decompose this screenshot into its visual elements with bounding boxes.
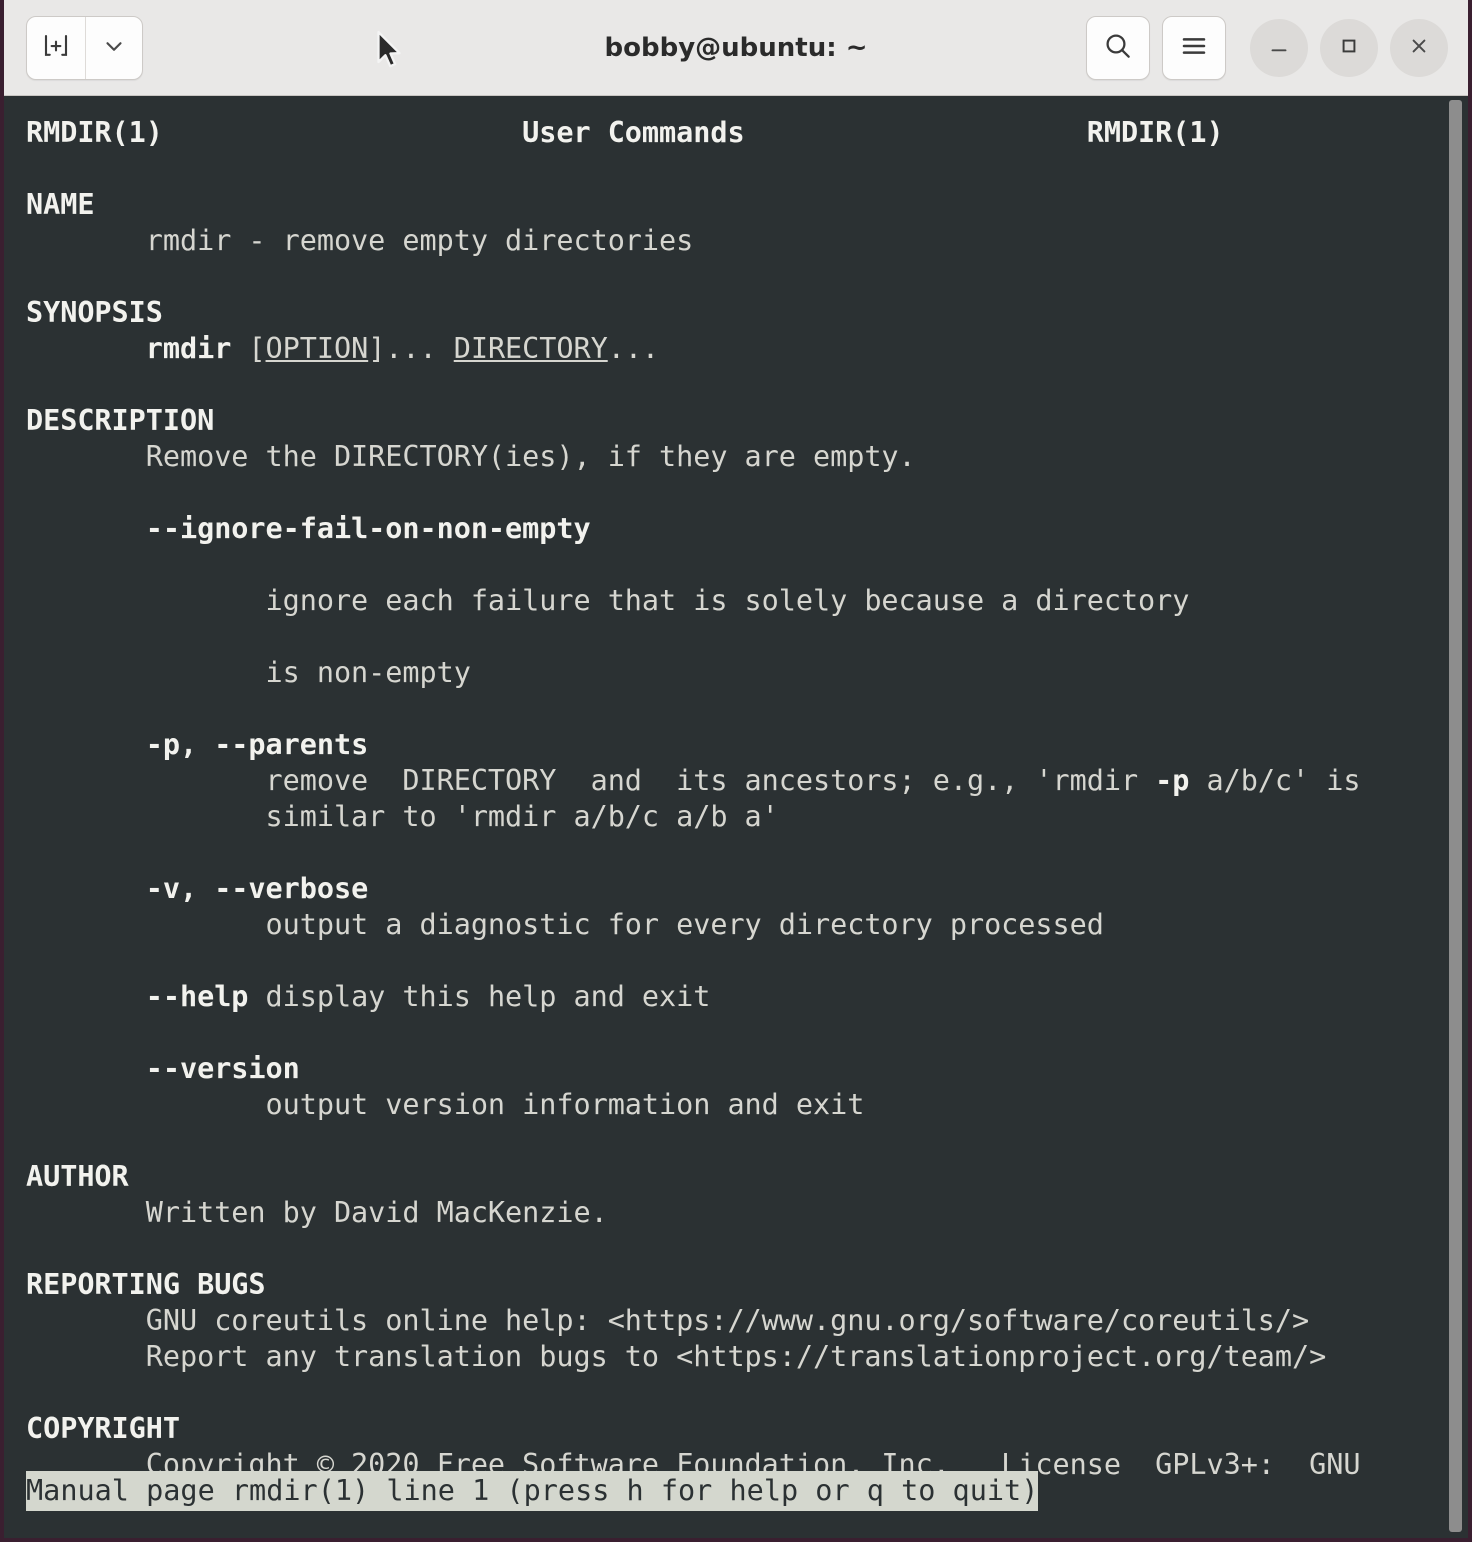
- terminal-scrollbar[interactable]: [1442, 96, 1468, 1538]
- scrollbar-thumb[interactable]: [1449, 100, 1462, 1532]
- manpage-text: RMDIR(1) User Commands RMDIR(1) NAME rmd…: [26, 116, 1361, 1481]
- new-tab-control-group: [26, 15, 143, 80]
- search-button[interactable]: [1086, 15, 1150, 80]
- menu-button[interactable]: [1162, 15, 1226, 80]
- close-button[interactable]: [1390, 18, 1448, 77]
- new-tab-button[interactable]: [27, 17, 85, 79]
- hamburger-menu-icon: [1178, 30, 1210, 66]
- pager-status-line: Manual page rmdir(1) line 1 (press h for…: [26, 1471, 1039, 1511]
- maximize-icon: [1336, 33, 1362, 63]
- maximize-button[interactable]: [1320, 18, 1378, 77]
- new-tab-dropdown-button[interactable]: [85, 16, 142, 79]
- new-terminal-tab-icon: [41, 31, 71, 65]
- minimize-button[interactable]: [1250, 18, 1308, 77]
- titlebar-left-controls: [26, 15, 143, 80]
- close-icon: [1406, 33, 1432, 63]
- terminal-window: bobby@ubuntu: ~ RMDIR(1) User Commands R…: [0, 0, 1472, 1542]
- window-titlebar: bobby@ubuntu: ~: [4, 0, 1468, 96]
- titlebar-right-controls: [1086, 15, 1448, 80]
- minimize-icon: [1266, 33, 1292, 63]
- chevron-down-icon: [101, 33, 127, 63]
- search-icon: [1102, 30, 1134, 66]
- terminal-content-area[interactable]: RMDIR(1) User Commands RMDIR(1) NAME rmd…: [4, 96, 1468, 1538]
